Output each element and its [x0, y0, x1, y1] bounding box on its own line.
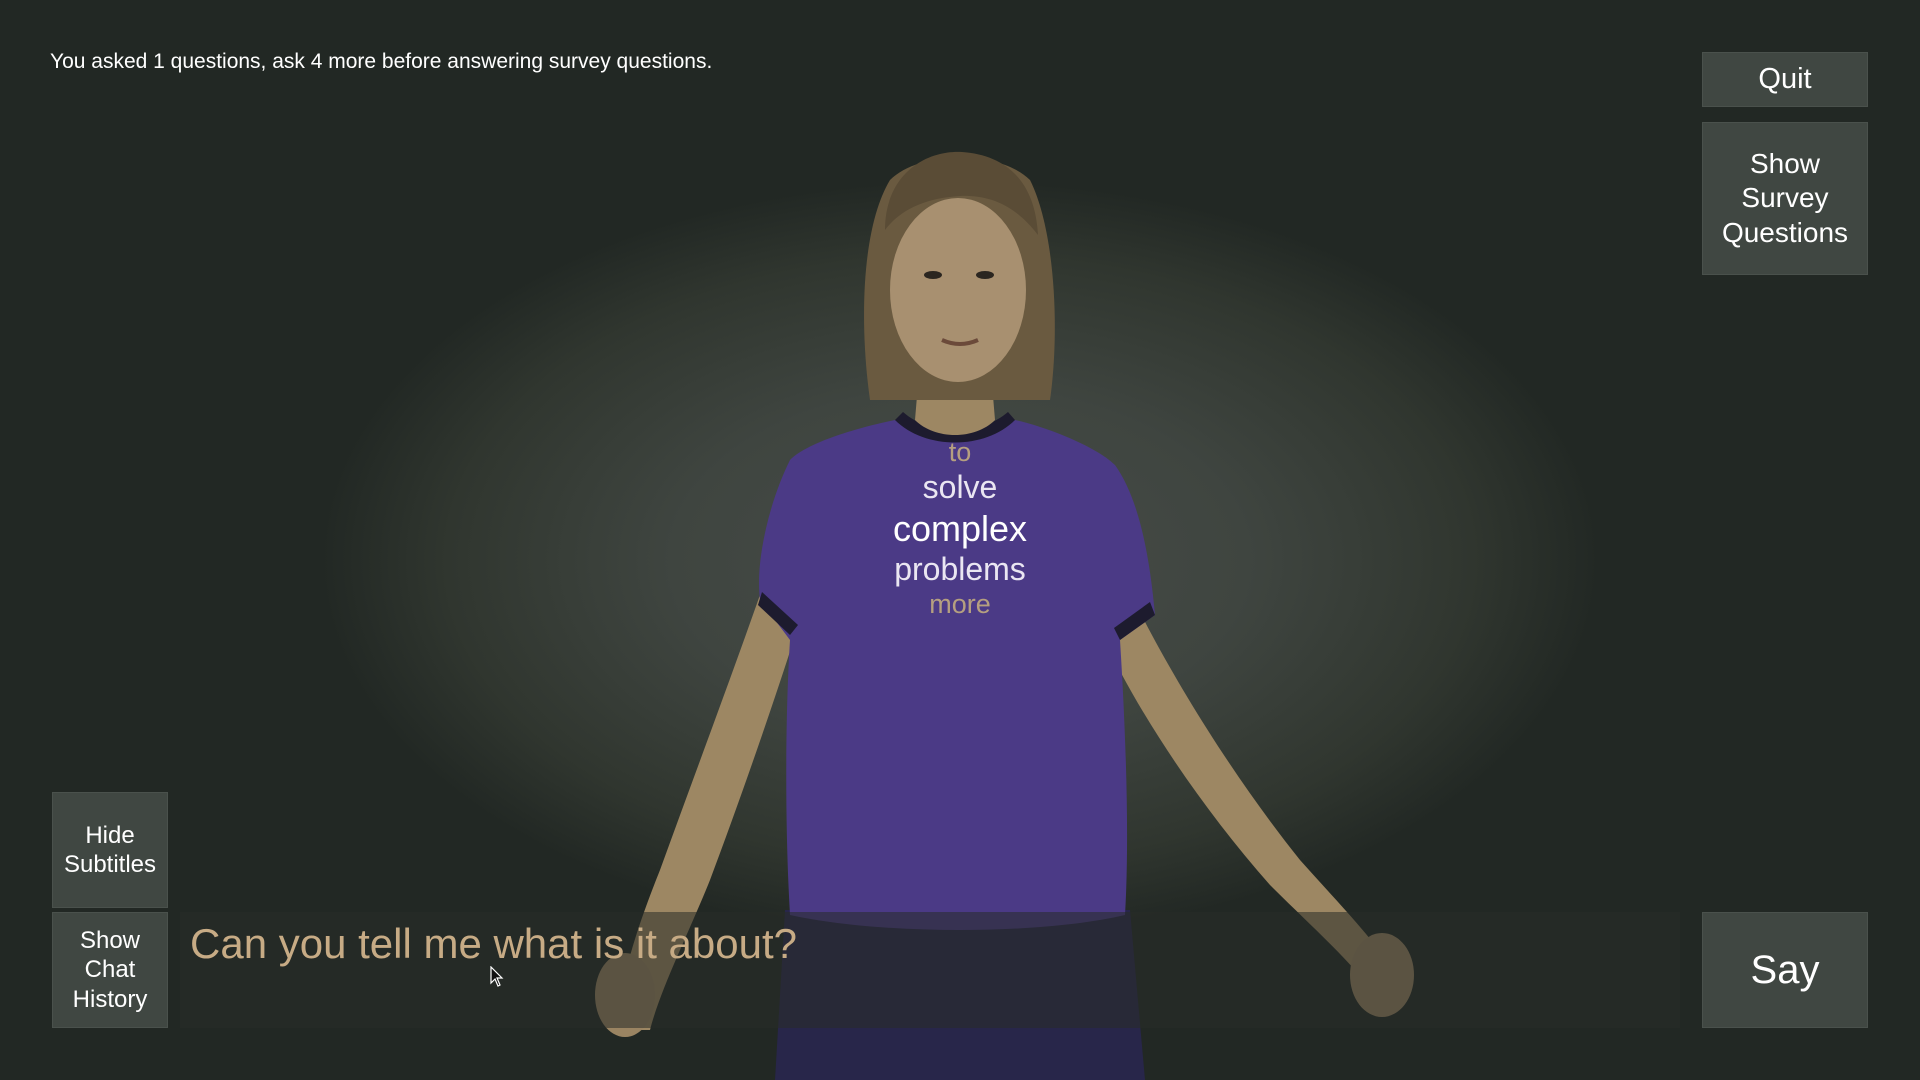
hide-subtitles-button[interactable]: Hide Subtitles — [52, 792, 168, 908]
virtual-human-scene: You asked 1 questions, ask 4 more before… — [0, 0, 1920, 1080]
show-survey-questions-label: Show Survey Questions — [1721, 148, 1849, 248]
subtitle-word: problems — [894, 550, 1026, 587]
hide-subtitles-label: Hide Subtitles — [63, 821, 157, 878]
say-button[interactable]: Say — [1702, 912, 1868, 1028]
subtitle-word: more — [929, 589, 991, 620]
show-chat-history-button[interactable]: Show Chat History — [52, 912, 168, 1028]
say-button-label: Say — [1750, 947, 1820, 992]
quit-button[interactable]: Quit — [1702, 52, 1868, 107]
mouse-pointer-icon — [490, 966, 504, 987]
subtitle-word-current: complex — [892, 507, 1028, 549]
question-input[interactable] — [190, 920, 1670, 968]
questions-status-message: You asked 1 questions, ask 4 more before… — [50, 50, 713, 73]
quit-button-label: Quit — [1758, 62, 1812, 95]
subtitle-word: solve — [922, 469, 998, 506]
show-survey-questions-button[interactable]: Show Survey Questions — [1702, 122, 1868, 275]
subtitles-panel: to solve complex problems more — [760, 436, 1160, 621]
show-chat-history-label: Show Chat History — [72, 927, 148, 1013]
question-input-box[interactable] — [180, 912, 1680, 1028]
subtitle-word: to — [948, 437, 972, 467]
